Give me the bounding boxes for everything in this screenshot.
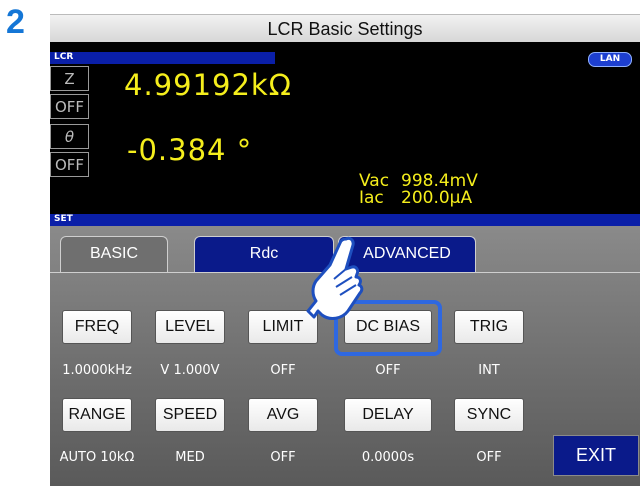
freq-button[interactable]: FREQ: [62, 310, 132, 344]
trig-button[interactable]: TRIG: [454, 310, 524, 344]
sync-button[interactable]: SYNC: [454, 398, 524, 432]
lan-badge: LAN: [588, 52, 632, 67]
level-value: V 1.000V: [160, 363, 220, 378]
set-label: SET: [54, 214, 73, 224]
primary-value: 4.99192kΩ: [124, 68, 292, 102]
iac-label: Iac: [359, 188, 384, 208]
avg-value: OFF: [270, 450, 296, 465]
dc-bias-value: OFF: [375, 363, 401, 378]
freq-value: 1.0000kHz: [62, 363, 132, 378]
trig-value: INT: [478, 363, 500, 378]
sync-value: OFF: [476, 450, 502, 465]
avg-button[interactable]: AVG: [248, 398, 318, 432]
range-button[interactable]: RANGE: [62, 398, 132, 432]
lcr-header-strip: LCR: [50, 52, 275, 64]
level-button[interactable]: LEVEL: [155, 310, 225, 344]
page-title: LCR Basic Settings: [50, 14, 640, 44]
set-header-strip: SET: [50, 214, 640, 226]
secondary-value: -0.384 °: [127, 133, 253, 167]
step-number: 2: [6, 3, 25, 41]
param-theta-off[interactable]: OFF: [50, 152, 89, 177]
param-z-off[interactable]: OFF: [50, 94, 89, 119]
mode-label: LCR: [54, 52, 74, 62]
speed-value: MED: [175, 450, 205, 465]
speed-button[interactable]: SPEED: [155, 398, 225, 432]
param-theta[interactable]: θ: [50, 124, 89, 149]
delay-button[interactable]: DELAY: [344, 398, 432, 432]
pointing-hand-icon: [306, 236, 364, 320]
exit-button[interactable]: EXIT: [553, 435, 639, 476]
iac-value: 200.0μA: [401, 188, 473, 208]
param-z[interactable]: Z: [50, 66, 89, 91]
delay-value: 0.0000s: [361, 450, 415, 465]
tab-basic[interactable]: BASIC: [60, 236, 168, 272]
limit-value: OFF: [270, 363, 296, 378]
range-value: AUTO 10kΩ: [59, 450, 135, 465]
